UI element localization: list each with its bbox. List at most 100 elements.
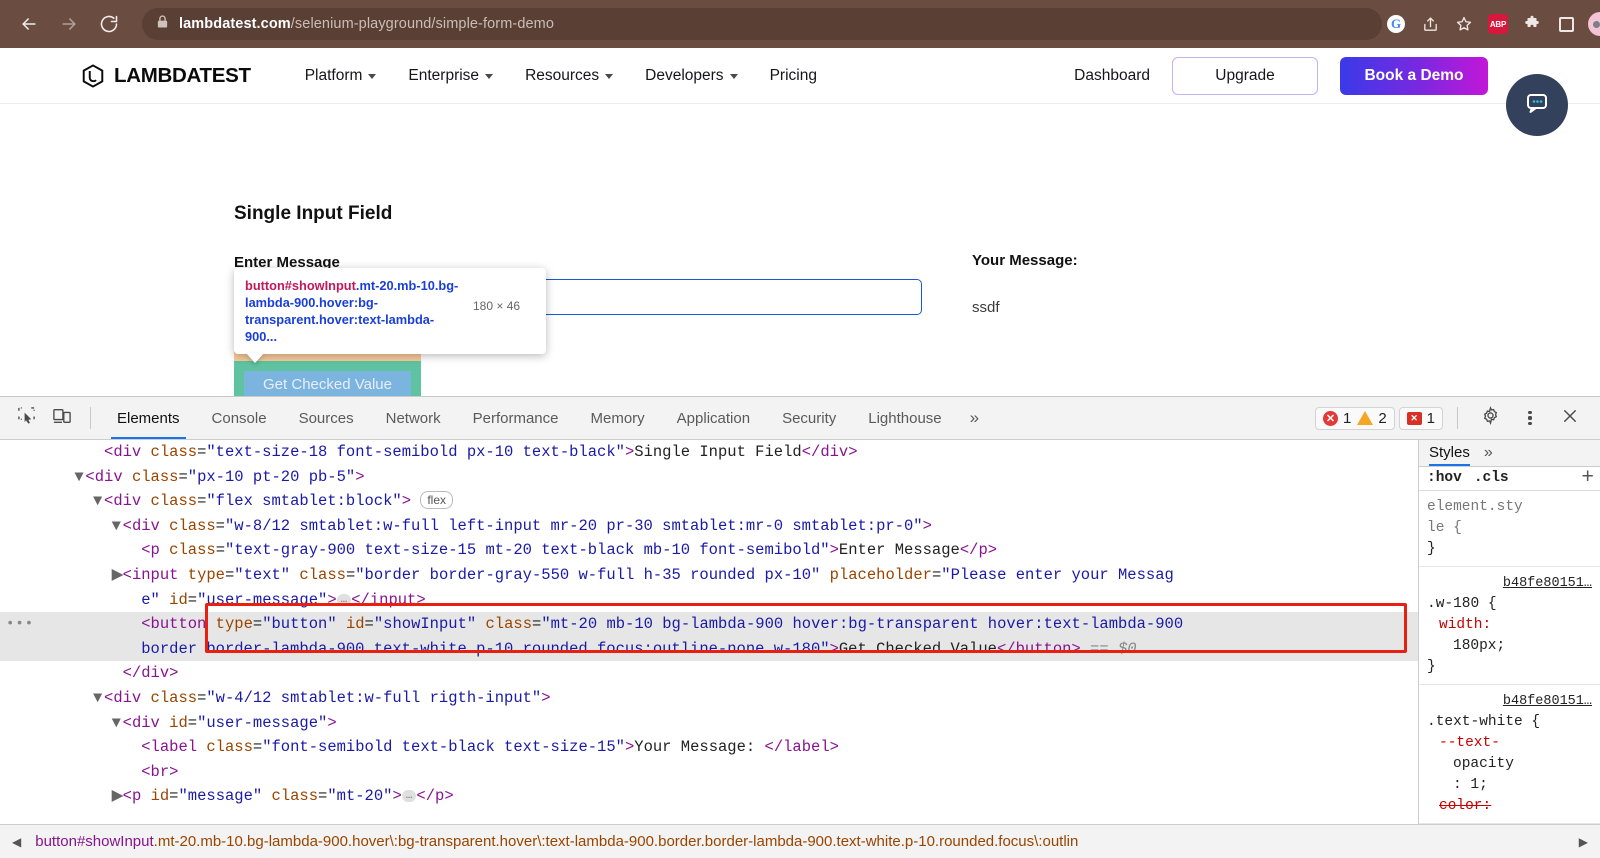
browser-chrome: lambdatest.com/selenium-playground/simpl… <box>0 0 1600 48</box>
dom-token: = <box>224 565 235 584</box>
nav-item-pricing[interactable]: Pricing <box>770 67 817 85</box>
stylesheet-source-link[interactable]: b48fe80151… <box>1427 691 1592 712</box>
dom-tree-line[interactable]: ▼ <div class="w-4/12 smtablet:w-full rigt… <box>0 686 1418 711</box>
nav-item-resources[interactable]: Resources <box>525 67 614 85</box>
dom-tree-line[interactable]: ▼ <div class="w-8/12 smtablet:w-full left… <box>0 514 1418 539</box>
dom-token: class <box>206 738 253 757</box>
css-property-color[interactable]: color: <box>1427 796 1592 817</box>
nav-item-enterprise[interactable]: Enterprise <box>408 67 494 85</box>
expand-twisty-icon[interactable]: ▼ <box>74 465 85 490</box>
share-icon[interactable] <box>1416 10 1444 38</box>
inspect-element-button[interactable] <box>8 403 44 433</box>
tab-network[interactable]: Network <box>370 397 457 439</box>
dom-token: input <box>131 565 179 584</box>
forward-button[interactable] <box>54 9 84 39</box>
breadcrumb-scroll-right[interactable]: ▶ <box>1573 835 1594 849</box>
console-counters[interactable]: ✕ 1 2 <box>1314 406 1395 430</box>
upgrade-button[interactable]: Upgrade <box>1172 56 1318 95</box>
tab-security[interactable]: Security <box>766 397 852 439</box>
breadcrumb-scroll-left[interactable]: ◀ <box>6 835 27 849</box>
google-icon[interactable]: G <box>1382 10 1410 38</box>
expand-twisty-icon[interactable]: ▼ <box>112 711 123 736</box>
dom-token: < <box>122 565 132 584</box>
tooltip-pointer <box>246 353 264 363</box>
chat-widget-button[interactable] <box>1506 74 1568 136</box>
dom-tree-line[interactable]: ▼ <div class="flex smtablet:block"> flex <box>0 489 1418 514</box>
tab-memory[interactable]: Memory <box>575 397 661 439</box>
dom-token <box>160 541 169 559</box>
settings-button[interactable] <box>1472 403 1508 433</box>
expand-twisty-icon[interactable]: ▶ <box>112 563 124 588</box>
dom-tree-line[interactable]: <label class="font-semibold text-black t… <box>0 735 1418 760</box>
dom-tree-line[interactable]: <div class="text-size-18 font-semibold p… <box>0 440 1418 465</box>
flex-badge[interactable]: flex <box>420 491 454 510</box>
tab-console[interactable]: Console <box>196 397 283 439</box>
dom-tree-line[interactable]: ▼ <div class="px-10 pt-20 pb-5"> <box>0 465 1418 490</box>
hov-toggle[interactable]: :hov <box>1427 470 1462 486</box>
styles-more-button[interactable]: » <box>1484 444 1493 462</box>
get-checked-value-button[interactable]: Get Checked Value <box>244 371 411 396</box>
dom-token <box>160 517 169 535</box>
reload-button[interactable] <box>94 9 124 39</box>
dom-tree-line[interactable]: ▼ <div id="user-message"> <box>0 711 1418 736</box>
back-button[interactable] <box>14 9 44 39</box>
css-property-name[interactable]: width: <box>1427 615 1592 636</box>
bookmark-star-icon[interactable] <box>1450 10 1478 38</box>
dom-token: div <box>113 492 142 511</box>
nav-item-developers[interactable]: Developers <box>645 67 738 85</box>
more-tabs-button[interactable]: » <box>958 408 991 428</box>
node-menu-icon[interactable]: ••• <box>6 612 34 637</box>
tab-performance[interactable]: Performance <box>457 397 575 439</box>
expand-twisty-icon[interactable]: ▼ <box>112 514 123 539</box>
expand-ellipsis-button[interactable]: … <box>401 790 417 803</box>
book-a-demo-button[interactable]: Book a Demo <box>1340 56 1488 95</box>
cls-toggle[interactable]: .cls <box>1474 470 1509 486</box>
tab-application[interactable]: Application <box>661 397 766 439</box>
dom-tree-line[interactable]: ▶<input type="text" class="border border… <box>0 563 1418 588</box>
error-icon: ✕ <box>1322 410 1338 426</box>
address-bar[interactable]: lambdatest.com/selenium-playground/simpl… <box>142 8 1382 40</box>
adblock-plus-icon[interactable]: ABP <box>1484 10 1512 38</box>
add-rule-button[interactable]: + <box>1581 467 1600 490</box>
puzzle-extensions-icon[interactable] <box>1518 10 1546 38</box>
dom-tree-line[interactable]: <p class="text-gray-900 text-size-15 mt-… <box>0 538 1418 563</box>
inspect-element-icon <box>17 406 36 430</box>
expand-twisty-icon[interactable]: ▶ <box>112 784 124 809</box>
dom-tree[interactable]: <div class="text-size-18 font-semibold p… <box>0 440 1418 824</box>
expand-ellipsis-button[interactable]: … <box>336 593 352 606</box>
dom-token: = <box>197 492 207 511</box>
nav-label: Platform <box>304 66 363 84</box>
tab-elements[interactable]: Elements <box>101 397 196 439</box>
dom-token: > <box>355 467 365 486</box>
dom-tree-line[interactable]: <br> <box>0 760 1418 785</box>
close-devtools-button[interactable] <box>1552 403 1588 433</box>
nav-item-platform[interactable]: Platform <box>305 67 377 85</box>
dashboard-link[interactable]: Dashboard <box>1074 67 1150 85</box>
expand-twisty-icon[interactable]: ▼ <box>93 489 104 514</box>
nav-label: Pricing <box>769 66 817 84</box>
css-variable-value[interactable]: : 1; <box>1427 775 1592 796</box>
tab-styles[interactable]: Styles <box>1429 440 1470 466</box>
stylesheet-source-link[interactable]: b48fe80151… <box>1427 573 1592 594</box>
css-variable-name-cont[interactable]: opacity <box>1427 754 1592 775</box>
profile-avatar-icon[interactable] <box>1586 10 1600 38</box>
devtools-menu-button[interactable] <box>1512 403 1548 433</box>
device-toolbar-button[interactable] <box>44 403 80 433</box>
dom-token: > <box>327 713 337 732</box>
dom-token: "w-4/12 smtablet:w-full rigth-input" <box>206 688 542 707</box>
tab-lighthouse[interactable]: Lighthouse <box>852 397 957 439</box>
dom-tree-line[interactable]: ••• <button type="button" id="showInput"… <box>0 612 1418 637</box>
tab-sources[interactable]: Sources <box>283 397 370 439</box>
lambdatest-logo[interactable]: LAMBDATEST <box>80 63 251 89</box>
css-property-value[interactable]: 180px; <box>1427 636 1592 657</box>
side-panel-icon[interactable] <box>1552 10 1580 38</box>
issues-counter[interactable]: ✕ 1 <box>1398 406 1443 430</box>
dom-tree-line[interactable]: </div> <box>0 661 1418 686</box>
dom-tree-line[interactable]: ▶<p id="message" class="mt-20">… </p> <box>0 784 1418 809</box>
breadcrumb[interactable]: button#showInput.mt-20.mb-10.bg-lambda-9… <box>35 833 1565 850</box>
expand-twisty-icon[interactable]: ▼ <box>93 686 104 711</box>
dom-tree-line[interactable]: e" id="user-message">… </input> <box>0 588 1418 613</box>
css-variable-name[interactable]: --text- <box>1427 733 1592 754</box>
chat-bubble-icon <box>1523 89 1551 122</box>
dom-tree-line[interactable]: border border-lambda-900 text-white p-10… <box>0 636 1418 662</box>
